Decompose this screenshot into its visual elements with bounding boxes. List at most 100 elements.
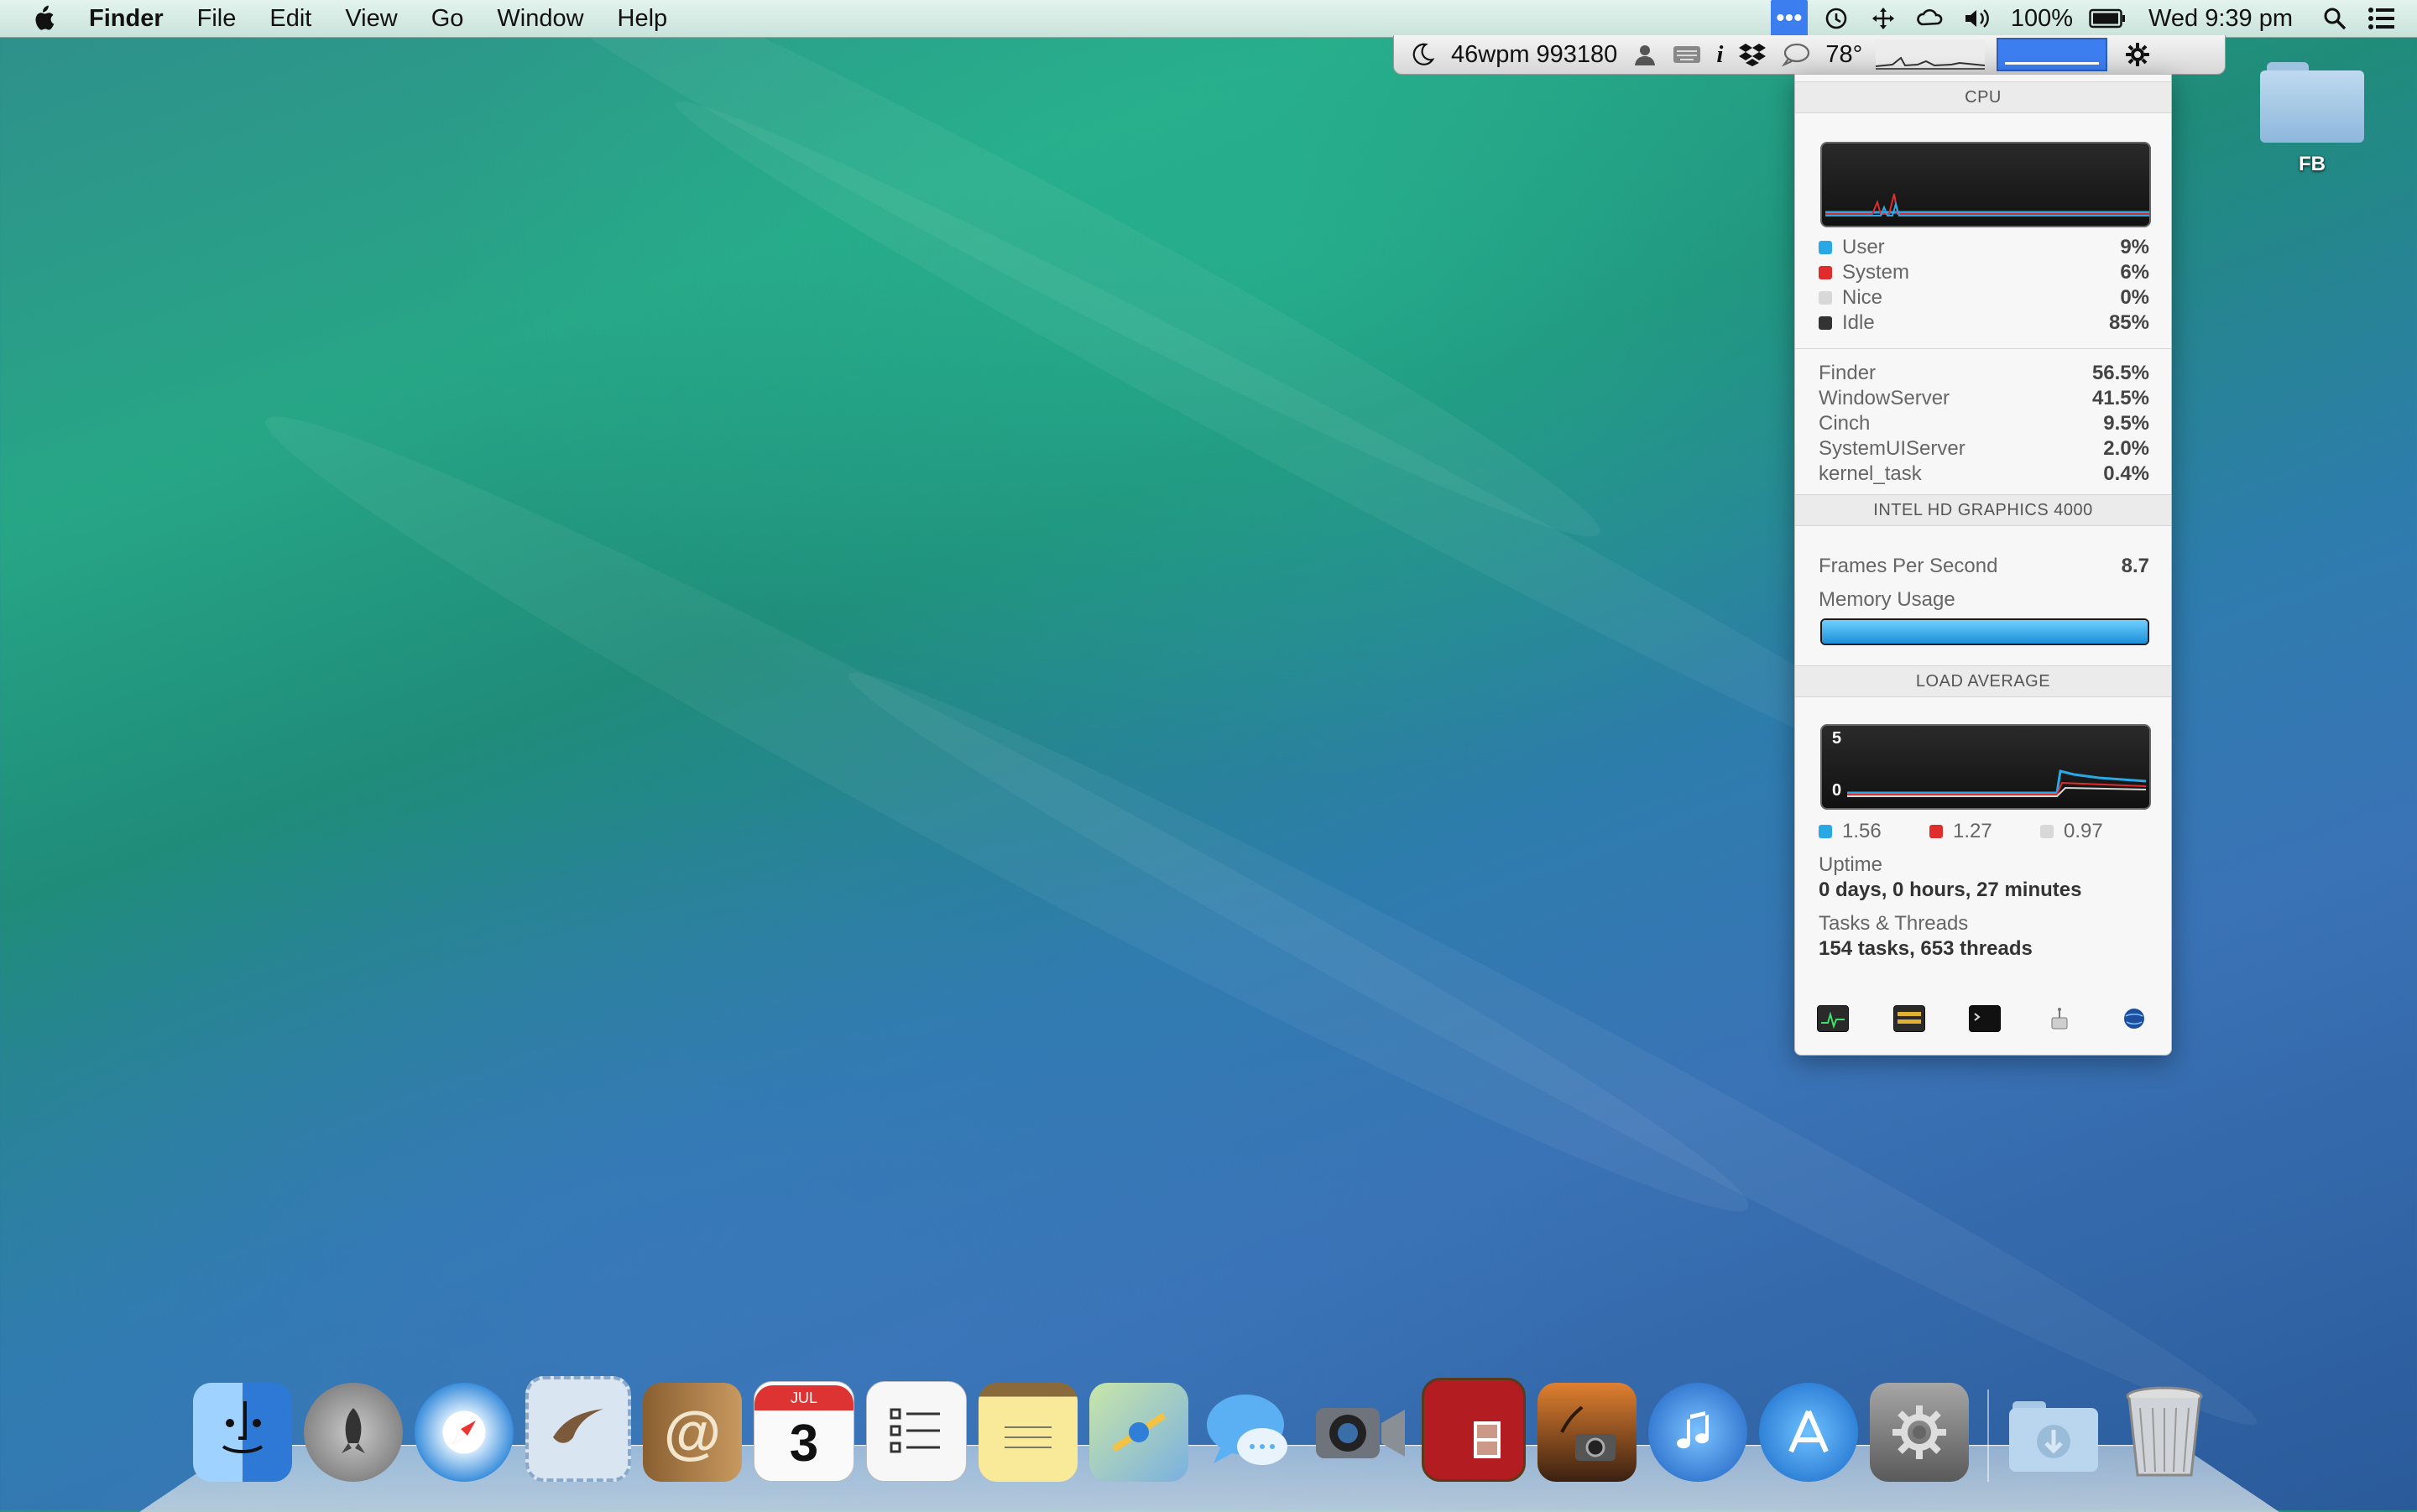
process-row[interactable]: Cinch 9.5%: [1819, 412, 2149, 437]
trash-icon[interactable]: [2115, 1383, 2214, 1482]
panel-toolbar: [1795, 998, 2171, 1040]
user-icon[interactable]: [1632, 42, 1657, 67]
safari-icon[interactable]: [415, 1383, 514, 1482]
launchpad-icon[interactable]: [304, 1383, 403, 1482]
load-15min-swatch: [2040, 825, 2054, 838]
legend-value: 0%: [2120, 286, 2149, 309]
time-machine-icon[interactable]: [1818, 0, 1855, 37]
menu-file[interactable]: File: [197, 5, 237, 33]
fps-label: Frames Per Second: [1819, 555, 1998, 577]
info-icon[interactable]: i: [1716, 41, 1723, 69]
contacts-icon[interactable]: @: [643, 1383, 742, 1482]
process-name: Cinch: [1819, 412, 1871, 435]
menu-view[interactable]: View: [345, 5, 397, 33]
temperature[interactable]: 78°: [1825, 41, 1862, 69]
process-row[interactable]: WindowServer 41.5%: [1819, 387, 2149, 412]
gpu-section-header: INTEL HD GRAPHICS 4000: [1795, 494, 2171, 526]
load-average-legend: 1.56 1.27 0.97: [1819, 820, 2154, 843]
memory-usage-bar: [1820, 618, 2149, 645]
volume-icon[interactable]: [1959, 0, 1996, 37]
status-bar-extension: 46wpm 993180 i 78°: [1393, 35, 2226, 75]
process-row[interactable]: kernel_task 0.4%: [1819, 462, 2149, 487]
legend-value: 85%: [2108, 311, 2149, 334]
menu-help[interactable]: Help: [618, 5, 668, 33]
downloads-stack-icon[interactable]: [2004, 1383, 2103, 1482]
tasks-label: Tasks & Threads: [1819, 912, 1969, 935]
finder-icon[interactable]: [193, 1383, 292, 1482]
apple-menu-icon[interactable]: [30, 5, 55, 32]
folder-name: FB: [2299, 153, 2326, 175]
speech-bubble-icon[interactable]: [1782, 42, 1810, 67]
process-cpu: 41.5%: [2091, 387, 2149, 409]
memory-usage-label: Memory Usage: [1819, 588, 1955, 611]
messages-icon[interactable]: [1200, 1383, 1299, 1482]
maps-icon[interactable]: [1089, 1383, 1188, 1482]
desktop-folder-fb[interactable]: FB: [2258, 62, 2367, 176]
uptime-label: Uptime: [1819, 853, 1883, 876]
facetime-icon[interactable]: [1311, 1383, 1410, 1482]
process-cpu: 0.4%: [2103, 462, 2149, 485]
user-color-swatch: [1819, 241, 1832, 254]
clock[interactable]: Wed 9:39 pm: [2148, 5, 2293, 33]
system-monitor-panel: CPU User 9% System 6% Nice 0% Idle 85% F…: [1794, 74, 2172, 1056]
legend-value: 9%: [2120, 236, 2149, 258]
tasks-value: 154 tasks, 653 threads: [1819, 937, 2033, 960]
iphoto-icon[interactable]: [1537, 1383, 1637, 1482]
keyboard-icon[interactable]: [1673, 44, 1701, 65]
process-cpu: 56.5%: [2091, 362, 2149, 384]
menu-go[interactable]: Go: [431, 5, 464, 33]
battery-percent[interactable]: 100%: [2011, 5, 2073, 33]
process-row[interactable]: SystemUIServer 2.0%: [1819, 437, 2149, 462]
uptime-value: 0 days, 0 hours, 27 minutes: [1819, 879, 2082, 901]
network-utility-icon[interactable]: [2119, 1006, 2149, 1031]
console-icon[interactable]: [1892, 1005, 1925, 1032]
cpu-legend-user: User 9%: [1819, 236, 2149, 261]
cpu-history-graph: [1820, 142, 2158, 227]
dock-separator: [1987, 1389, 1989, 1482]
ellipsis-menu-icon[interactable]: •••: [1770, 0, 1808, 37]
fps-row: Frames Per Second 8.7: [1819, 555, 2149, 580]
folder-icon: [2260, 62, 2364, 143]
system-color-swatch: [1819, 266, 1832, 279]
dropbox-icon[interactable]: [1738, 42, 1767, 67]
process-cpu: 9.5%: [2103, 412, 2149, 435]
moon-icon[interactable]: [1409, 41, 1436, 68]
reminders-icon[interactable]: [866, 1381, 967, 1482]
memory-usage-fill: [1822, 620, 2148, 644]
load-5min-swatch: [1929, 825, 1943, 838]
divider: [1795, 348, 2171, 349]
load-1min-swatch: [1819, 825, 1832, 838]
system-preferences-icon[interactable]: [1870, 1383, 1969, 1482]
battery-icon[interactable]: [2088, 0, 2127, 37]
process-row[interactable]: Finder 56.5%: [1819, 362, 2149, 387]
notes-icon[interactable]: [979, 1383, 1078, 1482]
notification-center-icon[interactable]: [2363, 0, 2400, 37]
menu-app-name[interactable]: Finder: [89, 5, 164, 33]
fps-value: 8.7: [2121, 555, 2149, 577]
cpu-menu-meter[interactable]: [1997, 38, 2108, 71]
menu-bar: Finder File Edit View Go Window Help •••…: [0, 0, 2417, 38]
disk-utility-icon[interactable]: [2044, 1006, 2075, 1031]
load-average-graph: 5 0: [1820, 724, 2151, 810]
legend-label: User: [1842, 236, 1885, 258]
legend-value: 6%: [2120, 261, 2149, 284]
mail-icon[interactable]: [525, 1376, 631, 1482]
menu-window[interactable]: Window: [497, 5, 583, 33]
photo-booth-icon[interactable]: [1422, 1378, 1526, 1482]
gear-icon[interactable]: [2124, 41, 2151, 68]
menu-edit[interactable]: Edit: [269, 5, 311, 33]
load-5min-value: 1.27: [1953, 820, 1992, 842]
itunes-icon[interactable]: [1648, 1383, 1747, 1482]
activity-monitor-icon[interactable]: [1817, 1005, 1850, 1032]
typing-stats[interactable]: 46wpm 993180: [1451, 41, 1617, 69]
cloud-sync-icon[interactable]: [1912, 0, 1949, 37]
legend-label: Idle: [1842, 311, 1875, 334]
network-sparkline[interactable]: [1876, 39, 1986, 70]
spotlight-search-icon[interactable]: [2316, 0, 2353, 37]
cpu-legend-idle: Idle 85%: [1819, 311, 2149, 336]
nice-color-swatch: [1819, 291, 1832, 305]
terminal-icon[interactable]: [1968, 1005, 2001, 1032]
calendar-icon[interactable]: JUL 3: [754, 1381, 854, 1482]
app-store-icon[interactable]: [1759, 1383, 1858, 1482]
move-arrows-icon[interactable]: [1865, 0, 1902, 37]
